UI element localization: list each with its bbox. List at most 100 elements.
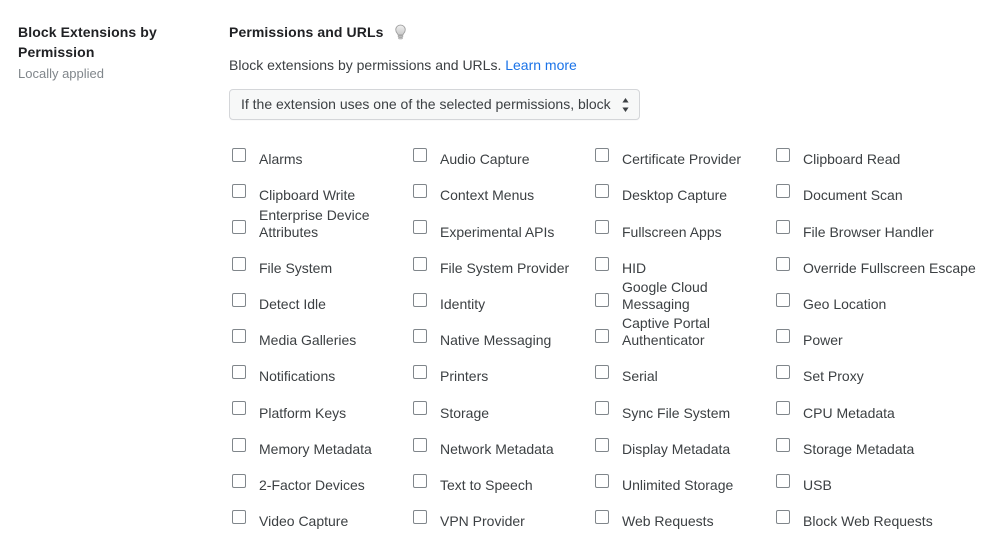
checkbox-icon[interactable] — [232, 329, 246, 343]
checkbox-icon[interactable] — [232, 365, 246, 379]
page-title: Permissions and URLs — [229, 22, 384, 42]
block-mode-select-value[interactable]: If the extension uses one of the selecte… — [229, 89, 640, 120]
permission-checkbox-row[interactable]: Desktop Capture — [592, 176, 774, 212]
permission-checkbox-row[interactable]: Enterprise Device Attributes — [229, 212, 411, 248]
checkbox-icon[interactable] — [776, 148, 790, 162]
permission-checkbox-row[interactable]: Block Web Requests — [773, 502, 999, 538]
checkbox-icon[interactable] — [776, 438, 790, 452]
permission-label: Geo Location — [803, 296, 999, 313]
checkbox-icon[interactable] — [232, 184, 246, 198]
checkbox-icon[interactable] — [232, 510, 246, 524]
checkbox-icon[interactable] — [413, 148, 427, 162]
permission-checkbox-row[interactable]: Memory Metadata — [229, 430, 411, 466]
permission-checkbox-row[interactable]: Video Capture — [229, 502, 411, 538]
permission-checkbox-row[interactable]: Web Requests — [592, 502, 774, 538]
checkbox-icon[interactable] — [776, 510, 790, 524]
checkbox-icon[interactable] — [413, 438, 427, 452]
block-mode-select[interactable]: If the extension uses one of the selecte… — [229, 89, 640, 120]
checkbox-icon[interactable] — [413, 257, 427, 271]
section-subtitle: Locally applied — [18, 65, 198, 83]
checkbox-icon[interactable] — [776, 365, 790, 379]
permission-checkbox-row[interactable]: Native Messaging — [410, 321, 592, 357]
permission-checkbox-row[interactable]: Storage — [410, 393, 592, 429]
checkbox-icon[interactable] — [413, 329, 427, 343]
checkbox-icon[interactable] — [232, 401, 246, 415]
checkbox-icon[interactable] — [232, 438, 246, 452]
permission-checkbox-row[interactable]: Network Metadata — [410, 430, 592, 466]
permission-checkbox-row[interactable]: Captive Portal Authenticator — [592, 321, 774, 357]
checkbox-icon[interactable] — [595, 220, 609, 234]
checkbox-icon[interactable] — [595, 438, 609, 452]
permission-checkbox-row[interactable]: Printers — [410, 357, 592, 393]
permission-checkbox-row[interactable]: Text to Speech — [410, 466, 592, 502]
checkbox-icon[interactable] — [595, 365, 609, 379]
checkbox-icon[interactable] — [595, 184, 609, 198]
permission-checkbox-row[interactable]: Serial — [592, 357, 774, 393]
permission-checkbox-row[interactable]: Experimental APIs — [410, 212, 592, 248]
checkbox-icon[interactable] — [776, 220, 790, 234]
permission-checkbox-row[interactable]: CPU Metadata — [773, 393, 999, 429]
permission-checkbox-row[interactable]: Audio Capture — [410, 140, 592, 176]
checkbox-icon[interactable] — [413, 220, 427, 234]
permission-checkbox-row[interactable]: Geo Location — [773, 285, 999, 321]
permission-checkbox-row[interactable]: File System — [229, 249, 411, 285]
checkbox-icon[interactable] — [413, 184, 427, 198]
checkbox-icon[interactable] — [776, 293, 790, 307]
permission-checkbox-row[interactable]: Certificate Provider — [592, 140, 774, 176]
permission-checkbox-row[interactable]: 2-Factor Devices — [229, 466, 411, 502]
permission-checkbox-row[interactable]: Sync File System — [592, 393, 774, 429]
learn-more-link[interactable]: Learn more — [505, 57, 577, 73]
checkbox-icon[interactable] — [232, 293, 246, 307]
permission-checkbox-row[interactable]: Identity — [410, 285, 592, 321]
permission-label: Desktop Capture — [622, 187, 774, 204]
permission-checkbox-row[interactable]: Platform Keys — [229, 393, 411, 429]
checkbox-icon[interactable] — [595, 329, 609, 343]
permission-checkbox-row[interactable]: Unlimited Storage — [592, 466, 774, 502]
permission-checkbox-row[interactable]: Document Scan — [773, 176, 999, 212]
checkbox-icon[interactable] — [776, 184, 790, 198]
permission-label: Storage Metadata — [803, 441, 999, 458]
checkbox-icon[interactable] — [413, 293, 427, 307]
permission-checkbox-row[interactable]: File Browser Handler — [773, 212, 999, 248]
checkbox-icon[interactable] — [232, 148, 246, 162]
checkbox-icon[interactable] — [776, 401, 790, 415]
checkbox-icon[interactable] — [776, 329, 790, 343]
permission-checkbox-row[interactable]: Set Proxy — [773, 357, 999, 393]
permission-label: Notifications — [259, 368, 411, 385]
permission-label: Audio Capture — [440, 151, 592, 168]
checkbox-icon[interactable] — [413, 474, 427, 488]
permission-checkbox-row[interactable]: File System Provider — [410, 249, 592, 285]
permission-checkbox-row[interactable]: Detect Idle — [229, 285, 411, 321]
permission-checkbox-row[interactable]: Power — [773, 321, 999, 357]
permission-checkbox-row[interactable]: Context Menus — [410, 176, 592, 212]
checkbox-icon[interactable] — [776, 257, 790, 271]
permission-checkbox-row[interactable]: Override Fullscreen Escape — [773, 249, 999, 285]
permissions-column-1: AlarmsClipboard WriteEnterprise Device A… — [229, 140, 411, 538]
permission-checkbox-row[interactable]: Storage Metadata — [773, 430, 999, 466]
permission-checkbox-row[interactable]: Fullscreen Apps — [592, 212, 774, 248]
checkbox-icon[interactable] — [413, 401, 427, 415]
checkbox-icon[interactable] — [413, 365, 427, 379]
permission-checkbox-row[interactable]: Display Metadata — [592, 430, 774, 466]
checkbox-icon[interactable] — [776, 474, 790, 488]
permission-checkbox-row[interactable]: Notifications — [229, 357, 411, 393]
permission-checkbox-row[interactable]: VPN Provider — [410, 502, 592, 538]
checkbox-icon[interactable] — [595, 474, 609, 488]
permission-label: Native Messaging — [440, 332, 592, 349]
checkbox-icon[interactable] — [595, 401, 609, 415]
permission-checkbox-row[interactable]: Alarms — [229, 140, 411, 176]
checkbox-icon[interactable] — [595, 148, 609, 162]
checkbox-icon[interactable] — [232, 257, 246, 271]
checkbox-icon[interactable] — [595, 257, 609, 271]
permission-label: Power — [803, 332, 999, 349]
checkbox-icon[interactable] — [595, 293, 609, 307]
permission-checkbox-row[interactable]: USB — [773, 466, 999, 502]
permission-checkbox-row[interactable]: Clipboard Read — [773, 140, 999, 176]
checkbox-icon[interactable] — [232, 474, 246, 488]
permission-checkbox-row[interactable]: Media Galleries — [229, 321, 411, 357]
checkbox-icon[interactable] — [232, 220, 246, 234]
checkbox-icon[interactable] — [595, 510, 609, 524]
checkbox-icon[interactable] — [413, 510, 427, 524]
permission-label: Detect Idle — [259, 296, 411, 313]
permissions-panel: Permissions and URLs Block extensions by — [229, 22, 1000, 120]
